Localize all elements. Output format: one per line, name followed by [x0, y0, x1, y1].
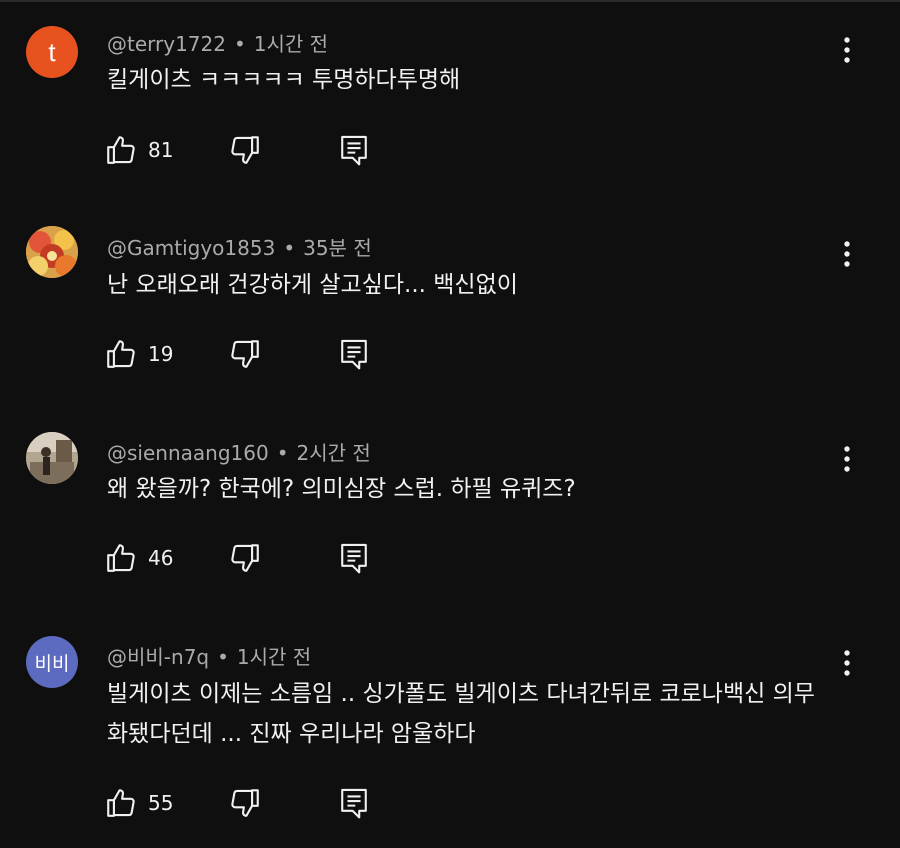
reply-button[interactable]: [338, 133, 370, 167]
author-name[interactable]: @siennaang160: [107, 441, 269, 465]
comment-meta: @비비-n7q • 1시간 전: [107, 641, 311, 670]
avatar-image: [26, 432, 78, 484]
author-name[interactable]: @terry1722: [107, 32, 226, 56]
comment-reply-icon: [341, 135, 367, 166]
avatar-letter: t: [48, 36, 56, 67]
thumb-down-icon: [231, 789, 259, 817]
avatar-letter: 비비: [34, 652, 70, 675]
like-count: 46: [148, 546, 174, 570]
more-vertical-icon: [844, 650, 850, 676]
comment-reply-icon: [341, 339, 367, 370]
author-name[interactable]: @Gamtigyo1853: [107, 236, 275, 260]
thumb-down-icon: [231, 544, 259, 572]
reply-button[interactable]: [338, 786, 370, 820]
reply-button[interactable]: [338, 337, 370, 371]
thumb-down-icon: [231, 136, 259, 164]
dislike-button[interactable]: [228, 133, 262, 167]
comment-text: 왜 왔을까? 한국에? 의미심장 스럽. 하필 유퀴즈?: [107, 476, 576, 502]
thumb-up-icon: [107, 544, 135, 572]
avatar-image: [26, 226, 78, 278]
avatar[interactable]: [26, 432, 78, 484]
comment-text: 빌게이츠 이제는 소름임 .. 싱가폴도 빌게이츠 다녀간뒤로 코로나백신 의무…: [107, 681, 815, 747]
comment-meta: @siennaang160 • 2시간 전: [107, 437, 371, 466]
comment-time[interactable]: 2시간 전: [297, 441, 371, 465]
like-count: 81: [148, 138, 174, 162]
comment-meta: @Gamtigyo1853 • 35분 전: [107, 232, 372, 261]
more-options-button[interactable]: [832, 643, 862, 683]
like-count: 19: [148, 342, 174, 366]
dislike-button[interactable]: [228, 541, 262, 575]
like-button[interactable]: 19: [104, 337, 173, 371]
comment-reply-icon: [341, 543, 367, 574]
thumb-up-icon: [107, 340, 135, 368]
comment-time[interactable]: 35분 전: [303, 236, 372, 260]
separator-dot: •: [283, 236, 296, 260]
avatar[interactable]: [26, 226, 78, 278]
separator-dot: •: [233, 32, 246, 56]
author-name[interactable]: @비비-n7q: [107, 645, 209, 669]
like-button[interactable]: 55: [104, 786, 173, 820]
thumb-down-icon: [231, 340, 259, 368]
separator-dot: •: [276, 441, 289, 465]
like-count: 55: [148, 791, 174, 815]
dislike-button[interactable]: [228, 337, 262, 371]
like-button[interactable]: 46: [104, 541, 173, 575]
like-button[interactable]: 81: [104, 133, 173, 167]
thumb-up-icon: [107, 136, 135, 164]
dislike-button[interactable]: [228, 786, 262, 820]
avatar[interactable]: 비비: [26, 636, 78, 688]
thumb-up-icon: [107, 789, 135, 817]
comment-time[interactable]: 1시간 전: [237, 645, 311, 669]
reply-button[interactable]: [338, 541, 370, 575]
top-divider: [0, 0, 900, 2]
comment-text: 난 오래오래 건강하게 살고싶다... 백신없이: [107, 272, 518, 298]
comment-reply-icon: [341, 788, 367, 819]
comment-text: 킬게이츠 ㅋㅋㅋㅋㅋ 투명하다투명해: [107, 67, 461, 93]
avatar[interactable]: t: [26, 26, 78, 78]
comment-time[interactable]: 1시간 전: [254, 32, 328, 56]
comment-meta: @terry1722 • 1시간 전: [107, 28, 328, 57]
separator-dot: •: [217, 645, 229, 669]
more-vertical-icon: [844, 241, 850, 267]
